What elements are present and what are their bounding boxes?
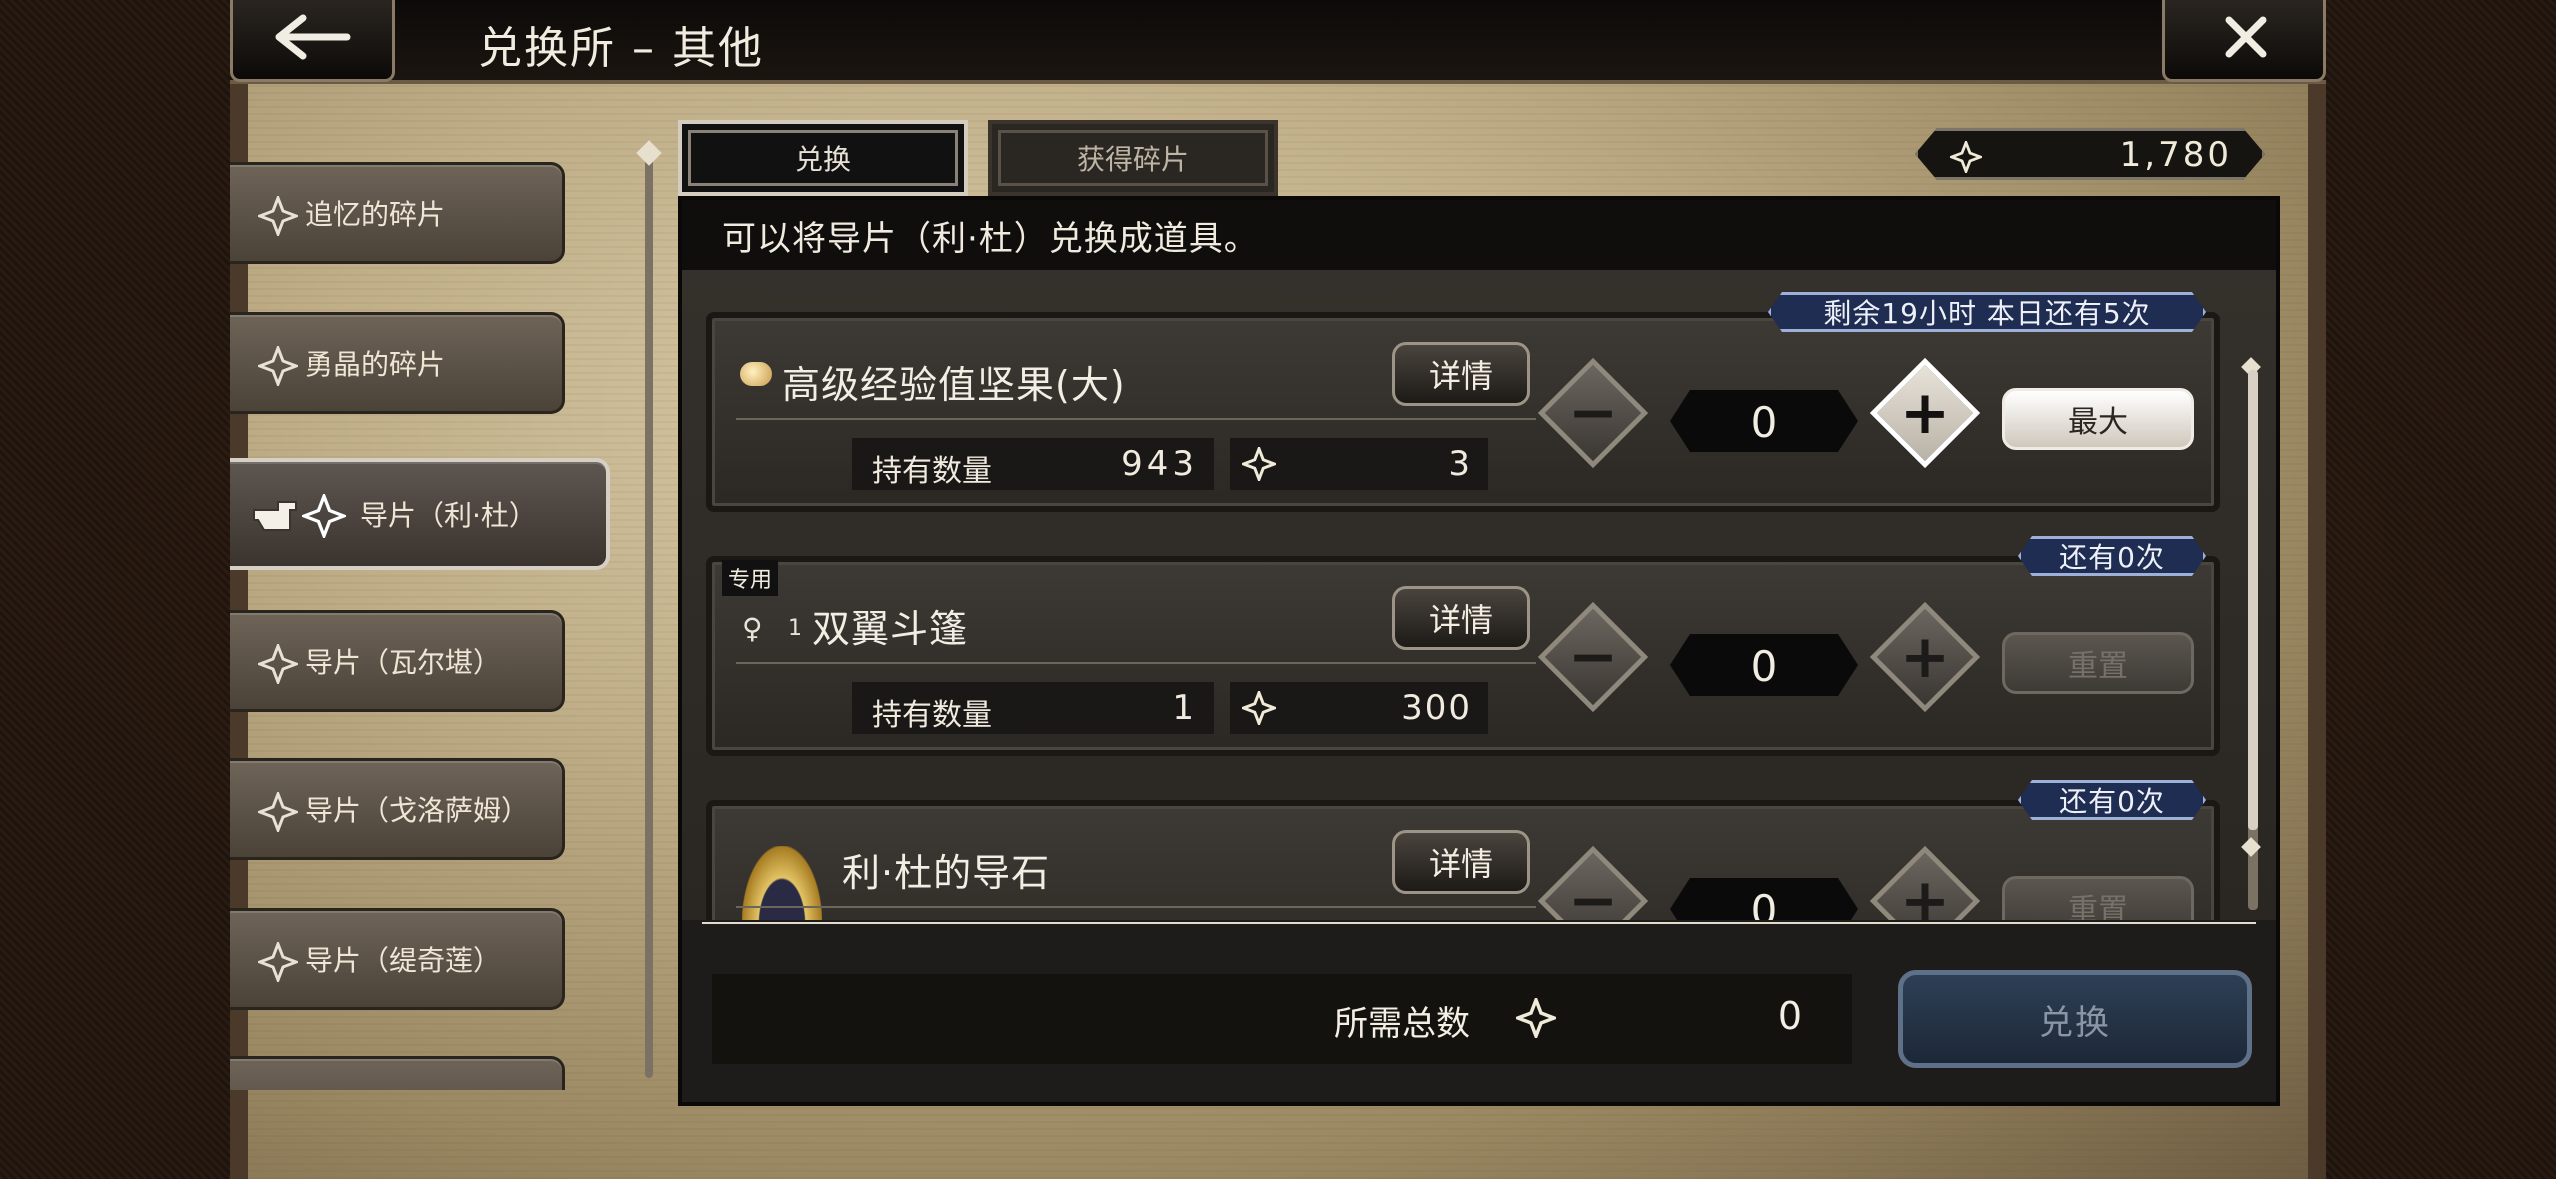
held-quantity: 持有数量 943 bbox=[852, 438, 1214, 490]
sidebar-item-guide-shard-tiqilian[interactable]: 导片（缇奇莲） bbox=[230, 908, 565, 1010]
limit-badge: 还有0次 bbox=[2018, 780, 2206, 820]
sidebar-item-brave-crystal-shards[interactable]: 勇晶的碎片 bbox=[230, 312, 565, 414]
minus-icon: − bbox=[1567, 622, 1619, 692]
sidebar-item-guide-shard-lidu[interactable]: 导片（利·杜） bbox=[230, 458, 610, 570]
category-sidebar: 追忆的碎片 勇晶的碎片 导片（利·杜） 导片（瓦尔堪） 导片（戈洛萨姆） 导片（… bbox=[230, 140, 640, 1090]
tab-label: 获得碎片 bbox=[1076, 143, 1189, 176]
currency-display: 1,780 bbox=[1915, 128, 2265, 180]
divider bbox=[702, 922, 2256, 924]
quantity-display: 0 bbox=[1670, 878, 1858, 920]
exchange-button[interactable]: 兑换 bbox=[1898, 970, 2252, 1068]
divider bbox=[736, 906, 1536, 908]
increase-button[interactable]: + bbox=[1869, 601, 1981, 713]
list-scrollbar[interactable] bbox=[2248, 370, 2258, 910]
shard-icon bbox=[258, 346, 298, 386]
total-bar: 所需总数 0 bbox=[712, 974, 1852, 1064]
shard-icon bbox=[258, 792, 298, 832]
minus-icon: − bbox=[1567, 866, 1619, 920]
details-button[interactable]: 详情 bbox=[1392, 342, 1530, 406]
held-quantity: 持有数量 1 bbox=[852, 682, 1214, 734]
shard-icon bbox=[258, 196, 298, 236]
limit-badge: 还有0次 bbox=[2018, 536, 2206, 576]
exclusive-tag: 专用 bbox=[722, 560, 779, 596]
max-button[interactable]: 最大 bbox=[2002, 388, 2194, 450]
shard-icon bbox=[1242, 691, 1276, 725]
cost-display: 3 bbox=[1230, 438, 1488, 490]
close-button[interactable] bbox=[2162, 0, 2326, 82]
sidebar-item-label: 导片（瓦尔堪） bbox=[305, 646, 502, 679]
tab-exchange[interactable]: 兑换 bbox=[678, 120, 968, 196]
pointing-hand-icon bbox=[253, 501, 297, 531]
item-name: 双翼斗篷 bbox=[812, 607, 969, 651]
lightbulb-icon: ♀ bbox=[742, 612, 763, 645]
sidebar-item-label: 勇晶的碎片 bbox=[305, 348, 446, 381]
shard-icon bbox=[258, 644, 298, 684]
held-value: 1 bbox=[1172, 688, 1198, 728]
list-item: 专用 ♀ 1 双翼斗篷 详情 持有数量 1 300 − 0 + 重置 bbox=[706, 556, 2220, 756]
decrease-button[interactable]: − bbox=[1537, 845, 1649, 920]
cost-display: 300 bbox=[1230, 682, 1488, 734]
limit-badge: 剩余19小时 本日还有5次 bbox=[1768, 292, 2206, 332]
description-text: 可以将导片（利·杜）兑换成道具。 bbox=[722, 218, 1259, 259]
sidebar-item-label: 导片（戈洛萨姆） bbox=[305, 794, 530, 827]
details-button[interactable]: 详情 bbox=[1392, 830, 1530, 894]
sidebar-item-memory-shards[interactable]: 追忆的碎片 bbox=[230, 162, 565, 264]
plus-icon: + bbox=[1899, 866, 1951, 920]
exchange-panel: 可以将导片（利·杜）兑换成道具。 高级经验值坚果(大) 详情 持有数量 943 … bbox=[678, 196, 2280, 1106]
shard-icon bbox=[258, 942, 298, 982]
divider bbox=[736, 662, 1536, 664]
sidebar-item-guide-shard-valkan[interactable]: 导片（瓦尔堪） bbox=[230, 610, 565, 712]
shard-icon bbox=[1950, 141, 1982, 173]
held-label: 持有数量 bbox=[872, 454, 992, 489]
character-portrait bbox=[742, 846, 822, 920]
total-label: 所需总数 bbox=[1334, 1004, 1470, 1044]
shard-icon bbox=[1516, 998, 1556, 1038]
right-backdrop bbox=[2326, 0, 2556, 1179]
cost-value: 300 bbox=[1401, 688, 1472, 728]
reset-button[interactable]: 重置 bbox=[2002, 876, 2194, 920]
cost-value: 3 bbox=[1448, 444, 1472, 484]
slot-number: 1 bbox=[788, 616, 802, 641]
sidebar-scrollbar[interactable] bbox=[645, 148, 653, 1078]
held-value: 943 bbox=[1121, 444, 1198, 484]
nut-icon bbox=[740, 362, 772, 386]
quantity-display: 0 bbox=[1670, 634, 1858, 696]
increase-button[interactable]: + bbox=[1869, 357, 1981, 469]
total-value: 0 bbox=[1777, 994, 1802, 1038]
back-arrow-icon bbox=[275, 14, 351, 60]
item-name: 利·杜的导石 bbox=[842, 851, 1051, 895]
details-button[interactable]: 详情 bbox=[1392, 586, 1530, 650]
shard-icon bbox=[1242, 447, 1276, 481]
description-bar: 可以将导片（利·杜）兑换成道具。 bbox=[682, 200, 2276, 270]
list-item: 高级经验值坚果(大) 详情 持有数量 943 3 − 0 + 最大 bbox=[706, 312, 2220, 512]
left-backdrop bbox=[0, 0, 230, 1179]
quantity-display: 0 bbox=[1670, 390, 1858, 452]
page-title: 兑换所 – 其他 bbox=[478, 23, 764, 74]
decrease-button[interactable]: − bbox=[1537, 357, 1649, 469]
close-icon bbox=[2225, 16, 2267, 58]
plus-icon: + bbox=[1899, 378, 1951, 448]
scroll-thumb[interactable] bbox=[2248, 370, 2258, 830]
sidebar-item-label: 导片（利·杜） bbox=[360, 499, 537, 532]
reset-button[interactable]: 重置 bbox=[2002, 632, 2194, 694]
decrease-button[interactable]: − bbox=[1537, 601, 1649, 713]
back-button[interactable] bbox=[230, 0, 395, 82]
minus-icon: − bbox=[1567, 378, 1619, 448]
sidebar-item-label: 追忆的碎片 bbox=[305, 198, 446, 231]
plus-icon: + bbox=[1899, 622, 1951, 692]
sidebar-item-label: 导片（缇奇莲） bbox=[305, 944, 502, 977]
sidebar-item-partial[interactable] bbox=[230, 1056, 565, 1090]
item-list[interactable]: 高级经验值坚果(大) 详情 持有数量 943 3 − 0 + 最大 剩余19小时… bbox=[682, 270, 2276, 920]
held-label: 持有数量 bbox=[872, 698, 992, 733]
currency-value: 1,780 bbox=[2119, 135, 2232, 175]
tab-label: 兑换 bbox=[794, 143, 851, 176]
increase-button[interactable]: + bbox=[1869, 845, 1981, 920]
divider bbox=[736, 418, 1536, 420]
list-item: 利·杜的导石 详情 − 0 + 重置 bbox=[706, 800, 2220, 920]
tab-get-shards[interactable]: 获得碎片 bbox=[988, 120, 1278, 196]
sidebar-item-guide-shard-golosam[interactable]: 导片（戈洛萨姆） bbox=[230, 758, 565, 860]
item-name: 高级经验值坚果(大) bbox=[782, 363, 1126, 407]
shard-icon bbox=[302, 494, 346, 538]
